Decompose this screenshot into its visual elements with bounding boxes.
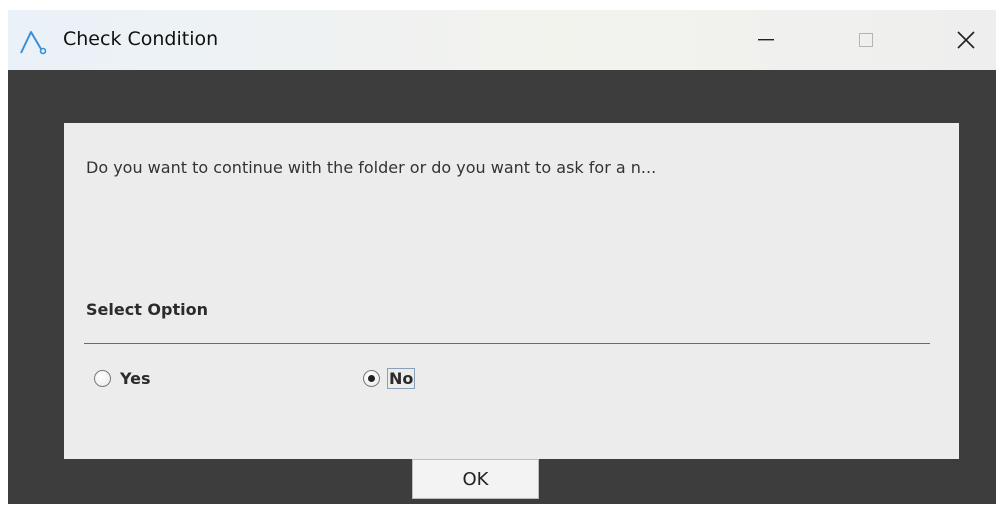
close-button[interactable] — [936, 10, 996, 70]
maximize-button[interactable] — [836, 10, 896, 70]
radio-option-yes[interactable]: Yes — [94, 363, 153, 393]
radio-yes-button[interactable] — [94, 369, 111, 387]
radio-option-no[interactable]: No — [363, 363, 416, 393]
separator-line — [84, 343, 930, 344]
window-title: Check Condition — [63, 28, 219, 50]
question-text: Do you want to continue with the folder … — [86, 158, 657, 177]
select-option-label: Select Option — [86, 300, 208, 319]
minimize-button[interactable] — [736, 10, 796, 70]
dialog-panel: Do you want to continue with the folder … — [64, 123, 959, 459]
radio-yes-label[interactable]: Yes — [118, 368, 153, 389]
app-a-icon — [18, 29, 48, 55]
check-condition-window: Check Condition Do you want to continue … — [8, 10, 996, 504]
minimize-icon — [758, 39, 774, 41]
maximize-icon — [859, 33, 873, 47]
radio-no-button[interactable] — [363, 369, 380, 387]
radio-no-label[interactable]: No — [387, 367, 416, 389]
ok-button[interactable]: OK — [412, 459, 539, 499]
title-bar[interactable]: Check Condition — [8, 10, 996, 70]
close-icon — [957, 31, 975, 49]
